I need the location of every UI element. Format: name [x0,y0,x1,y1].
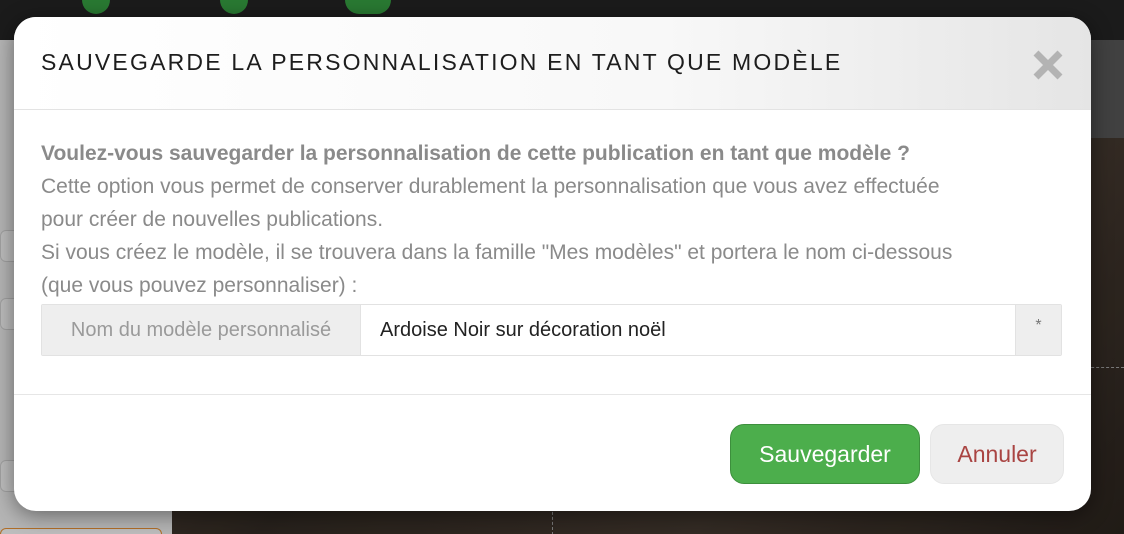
template-name-group: Nom du modèle personnalisé * [41,304,1062,356]
template-name-label: Nom du modèle personnalisé [42,305,361,355]
modal-title: SAUVEGARDE LA PERSONNALISATION EN TANT Q… [41,49,843,75]
save-template-modal: SAUVEGARDE LA PERSONNALISATION EN TANT Q… [14,17,1091,511]
close-icon [1033,50,1063,80]
modal-footer: Sauvegarder Annuler [14,394,1091,511]
save-button[interactable]: Sauvegarder [730,424,920,484]
modal-description-line: pour créer de nouvelles publications. [41,208,384,231]
required-marker: * [1015,305,1061,355]
modal-description-line: (que vous pouvez personnaliser) : [41,274,358,297]
modal-description-line: Si vous créez le modèle, il se trouvera … [41,241,953,264]
cancel-button[interactable]: Annuler [930,424,1064,484]
modal-header: SAUVEGARDE LA PERSONNALISATION EN TANT Q… [14,17,1091,110]
modal-body: Voulez-vous sauvegarder la personnalisat… [41,137,1071,302]
close-button[interactable] [1030,47,1066,83]
modal-question: Voulez-vous sauvegarder la personnalisat… [41,142,910,165]
modal-description-line: Cette option vous permet de conserver du… [41,175,940,198]
template-name-input[interactable] [361,305,1015,355]
